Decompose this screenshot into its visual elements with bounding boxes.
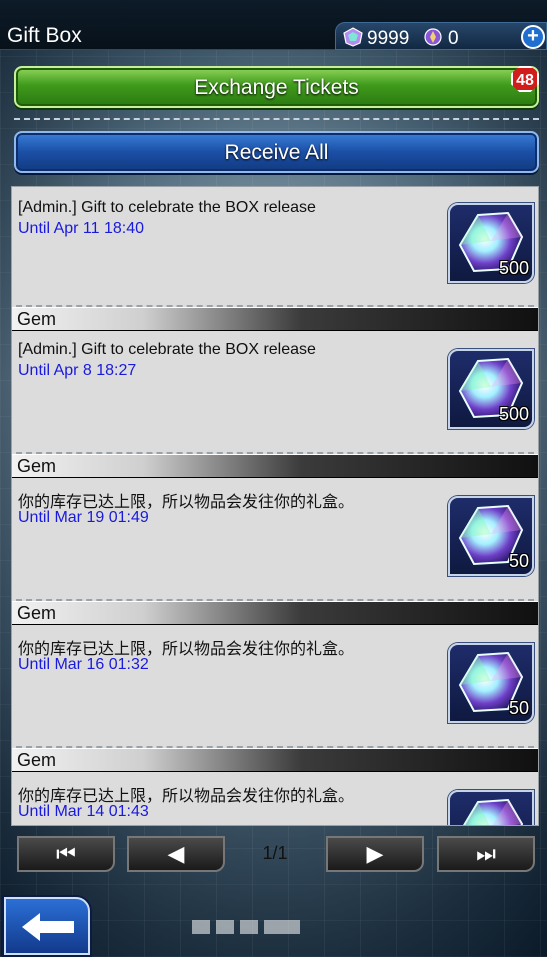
gift-category: Gem xyxy=(12,748,538,772)
gift-expiry: Until Mar 14 01:43 xyxy=(18,803,149,820)
first-page-button[interactable]: ⏮ xyxy=(17,836,115,872)
gift-item[interactable]: Gem 你的库存已达上限，所以物品会发往你的礼盒。 Until Mar 16 0… xyxy=(12,601,538,748)
decor-light xyxy=(216,920,234,934)
decor-light xyxy=(240,920,258,934)
gift-quantity: 50 xyxy=(508,551,529,571)
gift-reward[interactable]: 500 xyxy=(448,203,534,283)
gift-item[interactable]: [Admin.] Gift to celebrate the BOX relea… xyxy=(12,187,538,307)
gift-reward[interactable]: 500 xyxy=(448,349,534,429)
gift-category: Gem xyxy=(12,601,538,625)
gift-expiry: Until Apr 8 18:27 xyxy=(18,362,137,379)
add-currency-button[interactable]: + xyxy=(521,25,545,49)
gem-count: 9999 xyxy=(367,28,410,49)
exchange-count-badge: 48 xyxy=(511,66,539,92)
gem-icon xyxy=(463,798,524,825)
gift-item[interactable]: Gem 你的库存已达上限，所以物品会发往你的礼盒。 Until Mar 19 0… xyxy=(12,454,538,601)
next-page-button[interactable]: ▶ xyxy=(326,836,424,872)
gift-list[interactable]: [Admin.] Gift to celebrate the BOX relea… xyxy=(11,186,539,826)
gift-expiry: Until Mar 16 01:32 xyxy=(18,656,149,673)
gift-title: [Admin.] Gift to celebrate the BOX relea… xyxy=(18,341,316,358)
ticket-count: 0 xyxy=(448,28,459,49)
page-indicator: 1/1 xyxy=(262,843,288,863)
top-bar: Gift Box 9999 0 + xyxy=(0,0,547,50)
receive-all-button[interactable]: Receive All xyxy=(14,131,539,173)
last-page-button[interactable]: ⏭ xyxy=(437,836,535,872)
ticket-currency-icon xyxy=(424,28,442,46)
gift-category: Gem xyxy=(12,307,538,331)
gift-category: Gem xyxy=(12,454,538,478)
gift-quantity: 500 xyxy=(498,404,529,424)
back-arrow-icon xyxy=(22,913,74,941)
gift-expiry: Until Apr 11 18:40 xyxy=(18,220,145,237)
gift-title: [Admin.] Gift to celebrate the BOX relea… xyxy=(18,199,316,216)
back-button[interactable] xyxy=(4,897,90,955)
decor-light xyxy=(192,920,210,934)
currency-panel: 9999 0 xyxy=(335,22,547,50)
gift-expiry: Until Mar 19 01:49 xyxy=(18,509,149,526)
gift-reward[interactable]: 50 xyxy=(448,496,534,576)
gift-reward[interactable]: 50 xyxy=(448,643,534,723)
gift-quantity: 50 xyxy=(508,698,529,718)
decor-light xyxy=(264,920,300,934)
exchange-tickets-button[interactable]: Exchange Tickets xyxy=(14,66,539,108)
gift-reward[interactable] xyxy=(448,790,534,825)
divider xyxy=(14,118,539,120)
gift-quantity: 500 xyxy=(498,258,529,278)
gift-item[interactable]: Gem 你的库存已达上限，所以物品会发往你的礼盒。 Until Mar 14 0… xyxy=(12,748,538,825)
gift-item[interactable]: Gem [Admin.] Gift to celebrate the BOX r… xyxy=(12,307,538,454)
prev-page-button[interactable]: ◀ xyxy=(127,836,225,872)
page-title: Gift Box xyxy=(7,24,82,47)
gem-currency-icon xyxy=(343,27,363,47)
